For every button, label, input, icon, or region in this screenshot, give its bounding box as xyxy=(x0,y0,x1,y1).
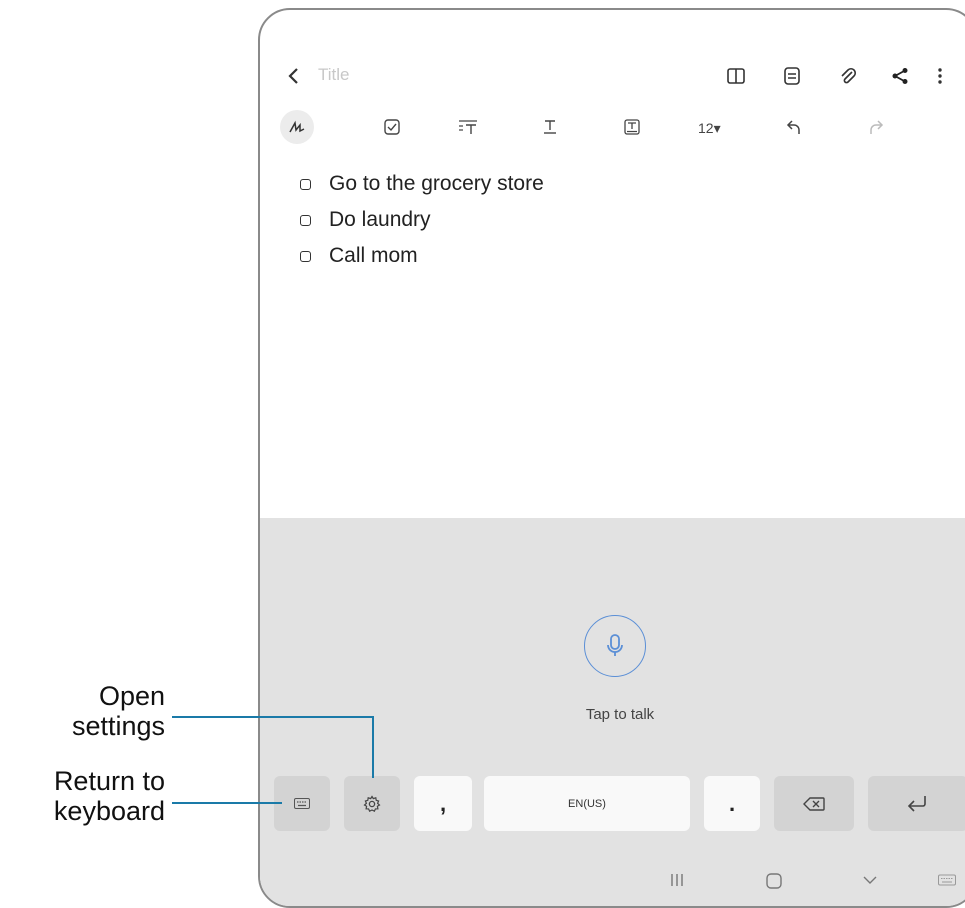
backspace-icon xyxy=(803,796,825,811)
open-settings-callout: Open settings xyxy=(20,681,165,741)
more-icon[interactable] xyxy=(928,64,952,88)
settings-leader-line xyxy=(172,716,374,718)
checklist-item-label: Go to the grocery store xyxy=(329,172,544,195)
text-box-icon[interactable] xyxy=(620,115,644,139)
text-style-icon[interactable] xyxy=(456,115,480,139)
keyboard-leader-line xyxy=(172,802,282,804)
comma-key[interactable]: , xyxy=(414,776,472,831)
tap-to-talk-label: Tap to talk xyxy=(585,706,655,723)
backspace-button[interactable] xyxy=(774,776,854,831)
checkbox-icon[interactable] xyxy=(300,214,311,226)
period-key[interactable]: . xyxy=(704,776,760,831)
note-icon[interactable] xyxy=(780,64,804,88)
checkbox-icon[interactable] xyxy=(380,115,404,139)
recent-apps-icon[interactable] xyxy=(670,873,684,892)
checkbox-icon[interactable] xyxy=(300,178,311,190)
redo-icon[interactable] xyxy=(864,115,888,139)
period-key-label: . xyxy=(728,790,736,816)
title-input[interactable]: Title xyxy=(318,65,350,85)
callout-line: settings xyxy=(71,710,165,741)
enter-button[interactable] xyxy=(868,776,965,831)
chevron-left-icon[interactable] xyxy=(282,64,306,88)
comma-key-label: , xyxy=(439,790,447,816)
settings-leader-line xyxy=(372,716,374,778)
font-size-selector[interactable]: 12▾ xyxy=(698,120,721,137)
return-to-keyboard-callout: Return to keyboard xyxy=(0,766,165,826)
keyboard-icon xyxy=(294,798,310,809)
callout-line: Open xyxy=(98,681,165,711)
callout-line: Return to xyxy=(53,766,165,796)
undo-icon[interactable] xyxy=(782,115,806,139)
checklist-item[interactable]: Call mom xyxy=(300,244,418,268)
language-label: EN(US) xyxy=(568,797,606,810)
checklist-item[interactable]: Do laundry xyxy=(300,208,431,232)
book-icon[interactable] xyxy=(724,64,748,88)
attach-icon[interactable] xyxy=(836,64,860,88)
space-key[interactable]: EN(US) xyxy=(484,776,690,831)
callout-line: keyboard xyxy=(53,795,165,826)
keyboard-toggle-icon[interactable] xyxy=(938,873,956,891)
checkbox-icon[interactable] xyxy=(300,250,311,262)
home-icon[interactable] xyxy=(766,873,782,894)
share-icon[interactable] xyxy=(888,64,912,88)
device-screen: Title 12▾ Go to the grocery store Do lau… xyxy=(258,8,965,908)
handwriting-icon[interactable] xyxy=(280,110,314,144)
voice-input-panel: Tap to talk , EN(US) . xyxy=(260,518,965,906)
gear-icon xyxy=(363,794,381,812)
checklist-item-label: Do laundry xyxy=(329,208,431,231)
checklist-item-label: Call mom xyxy=(329,244,418,267)
text-format-icon[interactable] xyxy=(538,115,562,139)
settings-button[interactable] xyxy=(344,776,400,831)
enter-icon xyxy=(907,795,926,812)
microphone-icon xyxy=(607,634,623,656)
return-to-keyboard-button[interactable] xyxy=(274,776,330,831)
hide-keyboard-icon[interactable] xyxy=(862,873,878,891)
mic-button[interactable] xyxy=(584,615,646,677)
checklist-item[interactable]: Go to the grocery store xyxy=(300,172,544,196)
